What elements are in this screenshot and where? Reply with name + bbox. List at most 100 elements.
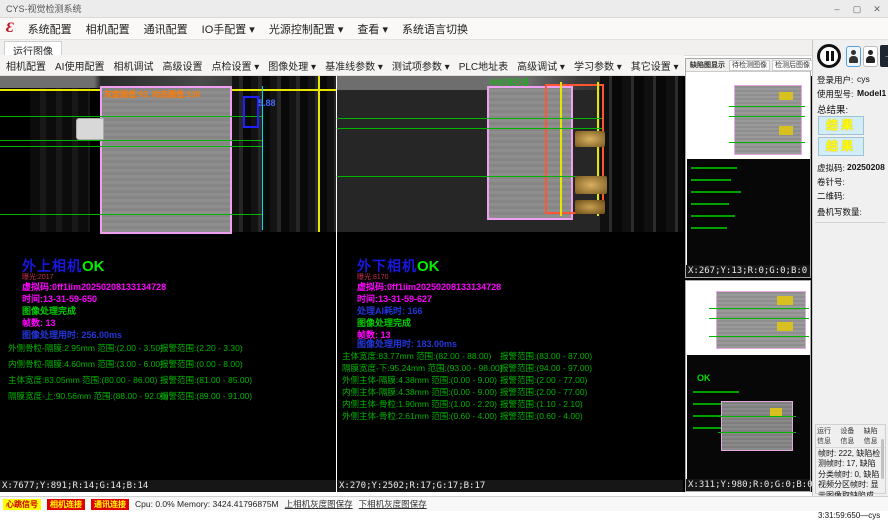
exit-door-icon: →: [884, 50, 888, 61]
alarm-range-text: 报警范围:(0.00 - 8.00): [160, 358, 243, 370]
left-camera-panel[interactable]: 灰度阈值:93, 动态阈值:100 5.88 外上相机OK 曝光:2017 虚拟…: [0, 76, 336, 492]
upper-camera-save-link[interactable]: 上相机灰度图保存: [285, 498, 353, 510]
left-image-left-texture: [30, 88, 90, 232]
tool-camera-debug[interactable]: 相机调试: [113, 58, 153, 73]
menu-view[interactable]: 查看 ▾: [357, 21, 388, 37]
login-user-value: cys: [857, 74, 870, 84]
center-ai-region-label: AI检测区域: [489, 77, 529, 88]
alarm-range-text: 报警范围:(94.00 - 97.00): [500, 362, 592, 374]
minimize-icon[interactable]: –: [828, 2, 846, 16]
pause-button[interactable]: [817, 44, 841, 68]
alarm-range-text: 报警范围:(0.60 - 4.00): [500, 410, 583, 422]
tab-device-info[interactable]: 设备信息: [840, 426, 860, 446]
tool-plc-table[interactable]: PLC地址表: [459, 58, 508, 73]
needle-label: 卷针号:: [817, 176, 845, 188]
tool-camera-config[interactable]: 相机配置: [6, 58, 46, 73]
center-overlay-yellow-vline: [560, 82, 562, 216]
defect-view-top-panel[interactable]: 缺陷图显示 待检测图像 检测后图像 X:267;Y:13;R:0;G:0;B:0: [685, 58, 811, 278]
defect-ok-status: OK: [697, 373, 711, 383]
left-overlay-blue-rect: [243, 96, 259, 128]
measurement-row: 隔膜宽度-上:90.56mm 范围:(88.00 - 92.00) 报警范围:(…: [0, 390, 336, 402]
menu-camera-config[interactable]: 相机配置: [86, 21, 130, 37]
center-overlay-green-line: [337, 128, 602, 129]
alarm-range-text: 报警范围:(83.00 - 87.00): [500, 350, 592, 362]
tool-image-process[interactable]: 图像处理 ▾: [268, 58, 316, 73]
info-scrollbar[interactable]: [881, 439, 884, 479]
left-overlay-green-line: [0, 214, 262, 215]
center-overlay-green-line: [337, 176, 602, 177]
user-login-button[interactable]: [846, 46, 861, 67]
measurement-text: 内侧主体-骨粒:1.90mm 范围:(1.00 - 2.20): [342, 398, 497, 410]
sidebar: → 登录用户: cys 使用型号: Model1 总结果: 结果 结果 虚拟码:…: [812, 40, 888, 496]
defect-view-label: 缺陷图显示: [688, 61, 727, 70]
thumb-yellow-mark: [779, 126, 793, 135]
defect-thumbnail[interactable]: [734, 85, 802, 155]
center-tab-highlight: [575, 176, 607, 194]
left-pixel-coordinates: X:7677;Y:891;R:14;G:14;B:14: [0, 480, 336, 492]
close-icon[interactable]: ✕: [868, 2, 886, 16]
menu-light-config[interactable]: 光源控制配置 ▾: [269, 21, 344, 37]
tool-other-settings[interactable]: 其它设置 ▾: [631, 58, 679, 73]
defect-view-tabs: 缺陷图显示 待检测图像 检测后图像: [686, 59, 810, 72]
window-controls: – ▢ ✕: [828, 0, 886, 18]
tab-run-info[interactable]: 运行信息: [817, 426, 837, 446]
left-overlay-measure-value: 5.88: [258, 98, 276, 108]
user-icon: [847, 47, 860, 66]
menu-io-config[interactable]: IO手配置 ▾: [202, 21, 255, 37]
tool-ai-config[interactable]: AI使用配置: [55, 58, 104, 73]
defect-top-coordinates: X:267;Y:13;R:0;G:0;B:0: [686, 265, 810, 277]
center-ok-status: OK: [417, 258, 440, 275]
user-icon: [864, 47, 877, 66]
center-camera-panel[interactable]: AI检测区域 外下相机OK 曝光:8170 虚拟码:0ff1iim2025020…: [337, 76, 683, 492]
measurement-row: 主体宽度:83.05mm 范围:(80.00 - 86.00) 报警范围:(81…: [0, 374, 336, 386]
exit-button[interactable]: →: [880, 45, 888, 67]
login-user-label: 登录用户:: [817, 74, 853, 86]
tab-pre-detect-image[interactable]: 待检测图像: [729, 60, 770, 71]
title-bar: CYS-视觉检测系统: [0, 0, 888, 18]
info-tabs: 运行信息 设备信息 缺陷信息: [816, 425, 885, 448]
measurement-text: 内侧骨粒-隔膜:4.60mm 范围:(3.00 - 6.00): [8, 358, 163, 370]
maximize-icon[interactable]: ▢: [848, 2, 866, 16]
tool-advanced-debug[interactable]: 高级调试 ▾: [517, 58, 565, 73]
measurement-text: 外侧主体-隔膜:4.38mm 范围:(0.00 - 9.00): [342, 374, 497, 386]
total-result-label: 总结果:: [817, 102, 848, 116]
barcode-label: 虚拟码:: [817, 162, 845, 174]
defect-bottom-coordinates: X:311;Y:980;R:0;G:0;B:0: [686, 479, 810, 491]
qr-label: 二维码:: [817, 190, 845, 202]
defect-thumbnail[interactable]: [716, 291, 806, 349]
menu-bar: Ɛ 系统配置 相机配置 通讯配置 IO手配置 ▾ 光源控制配置 ▾ 查看 ▾ 系…: [0, 18, 888, 40]
menu-comm-config[interactable]: 通讯配置: [144, 21, 188, 37]
tab-post-detect-image[interactable]: 检测后图像: [772, 60, 813, 71]
status-bar: 心跳信号 相机连接 通讯连接 Cpu: 0.0% Memory: 3424.41…: [0, 496, 888, 511]
tool-spot-check[interactable]: 点检设置 ▾: [211, 58, 259, 73]
lower-camera-save-link[interactable]: 下相机灰度图保存: [359, 498, 427, 510]
menu-language[interactable]: 系统语言切换: [402, 21, 468, 37]
window-title: CYS-视觉检测系统: [6, 4, 82, 14]
measurement-text: 主体宽度:83.05mm 范围:(80.00 - 86.00): [8, 374, 157, 386]
thumb-yellow-mark: [779, 92, 793, 100]
measurement-text: 主体宽度:83.77mm 范围:(82.00 - 88.00): [342, 350, 491, 362]
tool-test-params[interactable]: 测试项参数 ▾: [392, 58, 450, 73]
tool-advanced-settings[interactable]: 高级设置: [162, 58, 202, 73]
alarm-range-text: 报警范围:(89.00 - 91.00): [160, 390, 252, 402]
alarm-range-text: 报警范围:(1.10 - 2.10): [500, 398, 583, 410]
cpu-memory-status: Cpu: 0.0% Memory: 3424.41796875M: [135, 499, 279, 509]
center-image-right-texture: [600, 76, 683, 232]
defect-thumbnail-small[interactable]: [721, 401, 793, 451]
tool-learn-params[interactable]: 学习参数 ▾: [574, 58, 622, 73]
left-overlay-green-line: [0, 140, 262, 141]
barcode-value: 20250208: [847, 162, 885, 172]
toolbar: 相机配置 AI使用配置 相机调试 高级设置 点检设置 ▾ 图像处理 ▾ 基准线参…: [0, 55, 684, 76]
menu-system-config[interactable]: 系统配置: [28, 21, 72, 37]
defect-view-bottom-panel[interactable]: OK X:311;Y:980;R:0;G:0;B:0: [685, 280, 811, 492]
measurement-row: 隔膜宽度-下:95.24mm 范围:(93.00 - 98.00) 报警范围:(…: [337, 362, 683, 374]
alarm-range-text: 报警范围:(2.00 - 77.00): [500, 386, 587, 398]
thumb-yellow-mark: [777, 322, 793, 331]
tab-run-image[interactable]: 运行图像: [4, 41, 62, 56]
model-label: 使用型号:: [817, 88, 853, 100]
measurement-text: 外侧主体-骨粒:2.61mm 范围:(0.60 - 4.00): [342, 410, 497, 422]
measurement-row: 外侧主体-隔膜:4.38mm 范围:(0.00 - 9.00) 报警范围:(2.…: [337, 374, 683, 386]
user-switch-button[interactable]: [863, 46, 878, 67]
tool-baseline-params[interactable]: 基准线参数 ▾: [325, 58, 383, 73]
left-overlay-yellow-vline: [318, 76, 320, 232]
